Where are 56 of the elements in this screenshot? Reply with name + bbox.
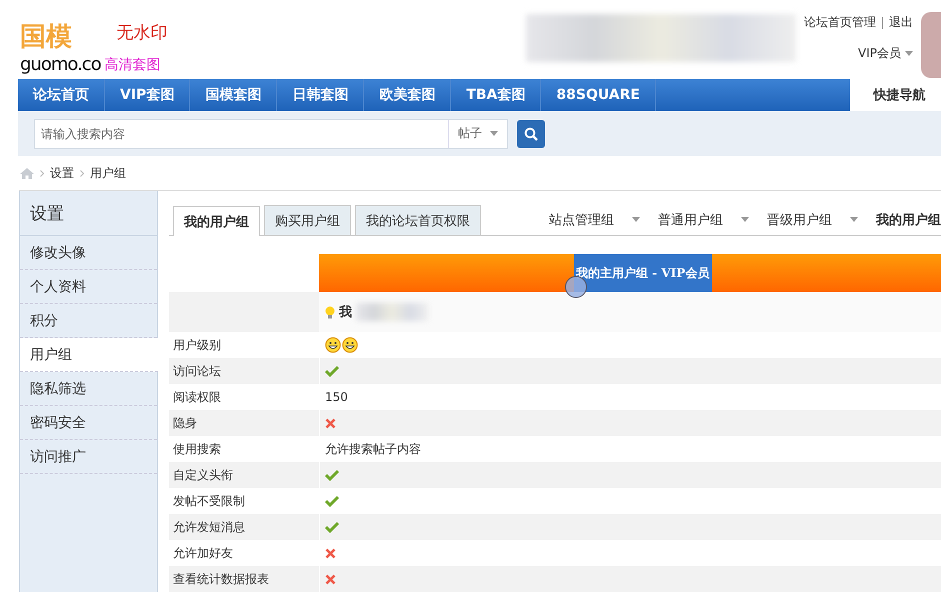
caret-icon [905, 51, 913, 56]
logo-tagline: 高清套图 [104, 56, 162, 74]
check-icon [325, 469, 339, 481]
search-button[interactable] [517, 120, 545, 148]
tab[interactable]: 我的用户组 [173, 206, 260, 236]
cross-icon [325, 548, 336, 558]
caret-icon [741, 217, 749, 222]
search-field[interactable]: 请输入搜索内容 帖子 [34, 118, 508, 149]
avatar[interactable] [921, 12, 941, 78]
row-label: 查看统计数据报表 [169, 566, 319, 592]
search-icon [524, 126, 538, 141]
sidebar-item[interactable]: 修改头像 [20, 236, 157, 270]
chevron-icon [40, 170, 44, 177]
lightbulb-icon [325, 306, 335, 318]
group-filter[interactable]: 我的用户组 [876, 210, 941, 228]
home-icon[interactable] [20, 168, 34, 179]
row-label: 自定义头衔 [169, 462, 319, 488]
cross-icon [325, 418, 336, 428]
tab[interactable]: 我的论坛首页权限 [355, 205, 481, 235]
sidebar-item[interactable]: 隐私筛选 [20, 372, 157, 406]
caret-icon [850, 217, 858, 222]
group-filter[interactable]: 站点管理组 [549, 210, 640, 228]
breadcrumb-link[interactable]: 用户组 [90, 164, 126, 182]
group-name: 我 [339, 304, 352, 321]
group-filter[interactable]: 普通用户组 [658, 210, 749, 228]
logo-tagline: 无水印 [116, 22, 168, 44]
group-filter[interactable]: 晋级用户组 [767, 210, 858, 228]
check-icon [325, 521, 339, 533]
row-label: 允许发短消息 [169, 514, 319, 540]
scope-dropdown[interactable]: 帖子 [448, 120, 507, 148]
tab[interactable]: 购买用户组 [264, 205, 351, 235]
check-icon [325, 365, 339, 377]
sidebar-title: 设置 [20, 191, 157, 236]
sidebar-item[interactable]: 访问推广 [20, 440, 157, 474]
row-label: 访问论坛 [169, 358, 319, 384]
chevron-icon [80, 170, 84, 177]
cross-icon [325, 574, 336, 584]
banner-label: 我的主用户组 - VIP会员 [574, 254, 712, 292]
sidebar-item[interactable]: 用户组 [20, 338, 158, 372]
smiley-icon [342, 337, 358, 353]
header-link[interactable]: 论坛首页管理 [804, 14, 876, 31]
check-icon [325, 495, 339, 507]
sidebar-item[interactable]: 密码安全 [20, 406, 157, 440]
logo-mark: 国模 [20, 21, 73, 54]
sidebar-item[interactable]: 个人资料 [20, 270, 157, 304]
value-text: 150 [325, 390, 348, 404]
value-text: 允许搜索帖子内容 [325, 440, 421, 458]
header-link[interactable]: 退出 [889, 14, 913, 31]
smiley-icon [325, 337, 341, 353]
caret-icon [490, 131, 498, 136]
breadcrumb-link[interactable]: 设置 [50, 164, 74, 182]
caret-icon [632, 217, 640, 222]
blurred-area [356, 303, 428, 321]
user-group-menu[interactable]: VIP会员 [858, 45, 913, 62]
row-label: 隐身 [169, 410, 319, 436]
logo-site: guomo.co [20, 54, 101, 76]
